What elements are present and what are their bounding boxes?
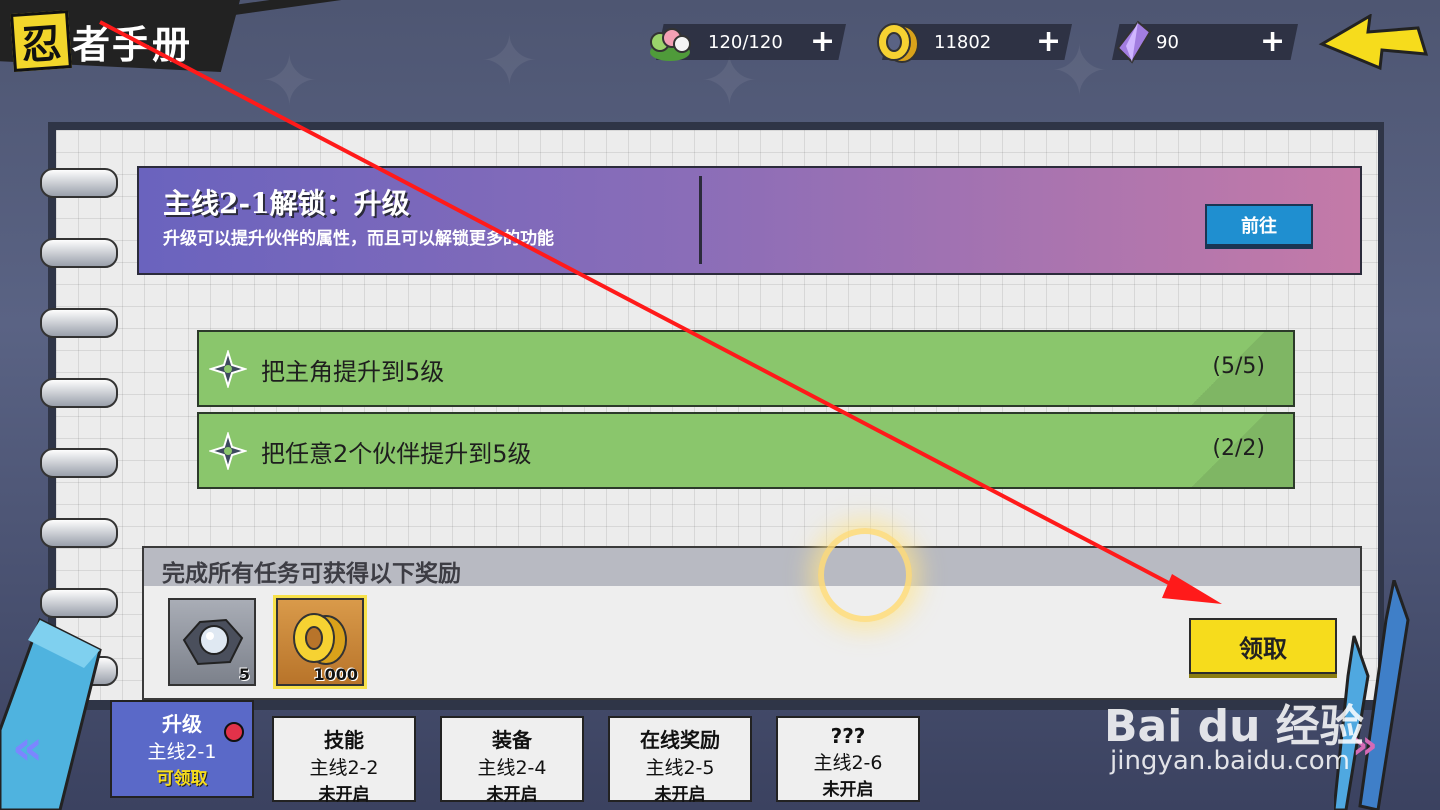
crystal-value: 90 [1156,32,1179,53]
prev-page-button[interactable]: « [12,720,43,776]
sparkle-effect [818,528,912,622]
add-stamina-button[interactable]: + [810,27,835,57]
back-arrow-icon[interactable] [1318,14,1430,72]
shuriken-icon [209,350,247,388]
task-label: 把任意2个伙伴提升到5级 [261,440,532,468]
binder-ring [40,308,118,338]
shuriken-icon [209,432,247,470]
add-gold-button[interactable]: + [1036,27,1061,57]
task-progress: (5/5) [1212,354,1265,379]
reward-header: 完成所有任务可获得以下奖励 [144,548,1360,587]
reward-panel: 完成所有任务可获得以下奖励 5 1000 领取 [142,546,1362,700]
shuriken-bg-icon: ✦ [260,40,319,122]
binder-ring [40,518,118,548]
unlock-banner: 主线2-1解锁：升级 升级可以提升伙伴的属性，而且可以解锁更多的功能 前往 [137,166,1362,275]
gold-coin-icon [877,23,919,63]
dango-icon [650,28,691,61]
tab-unknown[interactable]: ??? 主线2-6 未开启 [776,716,920,802]
tab-skill[interactable]: 技能 主线2-2 未开启 [272,716,416,805]
gold-value: 11802 [934,32,992,53]
page-title: 忍 者手册 [0,0,360,80]
marker-icon [0,617,102,810]
watermark-url: jingyan.baidu.com [1110,746,1350,776]
watermark-logo: Bai du 经验 [1104,701,1364,752]
tab-equipment[interactable]: 装备 主线2-4 未开启 [440,716,584,805]
task-progress: (2/2) [1212,436,1265,461]
banner-title: 主线2-1解锁：升级 [163,187,410,220]
reward-item-gold[interactable]: 1000 [273,595,367,689]
binder-ring [40,378,118,408]
binder-ring [40,238,118,268]
goto-button[interactable]: 前往 [1205,204,1313,246]
reward-title: 完成所有任务可获得以下奖励 [162,561,461,587]
reward-item-orb[interactable]: 5 [168,598,256,686]
claim-button[interactable]: 领取 [1189,618,1337,674]
task-label: 把主角提升到5级 [261,358,445,386]
binder-ring [40,168,118,198]
task-row: 把任意2个伙伴提升到5级 (2/2) [197,412,1295,489]
add-crystal-button[interactable]: + [1260,27,1285,57]
title-text: 者手册 [72,23,193,67]
banner-description: 升级可以提升伙伴的属性，而且可以解锁更多的功能 [163,229,554,249]
crystal-icon [1116,20,1152,64]
stamina-value: 120/120 [708,32,783,53]
task-row: 把主角提升到5级 (5/5) [197,330,1295,407]
binder-ring [40,448,118,478]
shuriken-bg-icon: ✦ [480,20,539,102]
notification-dot [224,722,244,742]
item-quantity: 5 [238,665,250,684]
tab-online-reward[interactable]: 在线奖励 主线2-5 未开启 [608,716,752,805]
tab-upgrade[interactable]: 升级 主线2-1 可领取 [110,700,254,798]
title-badge: 忍 [10,10,72,72]
item-quantity: 1000 [313,665,358,684]
